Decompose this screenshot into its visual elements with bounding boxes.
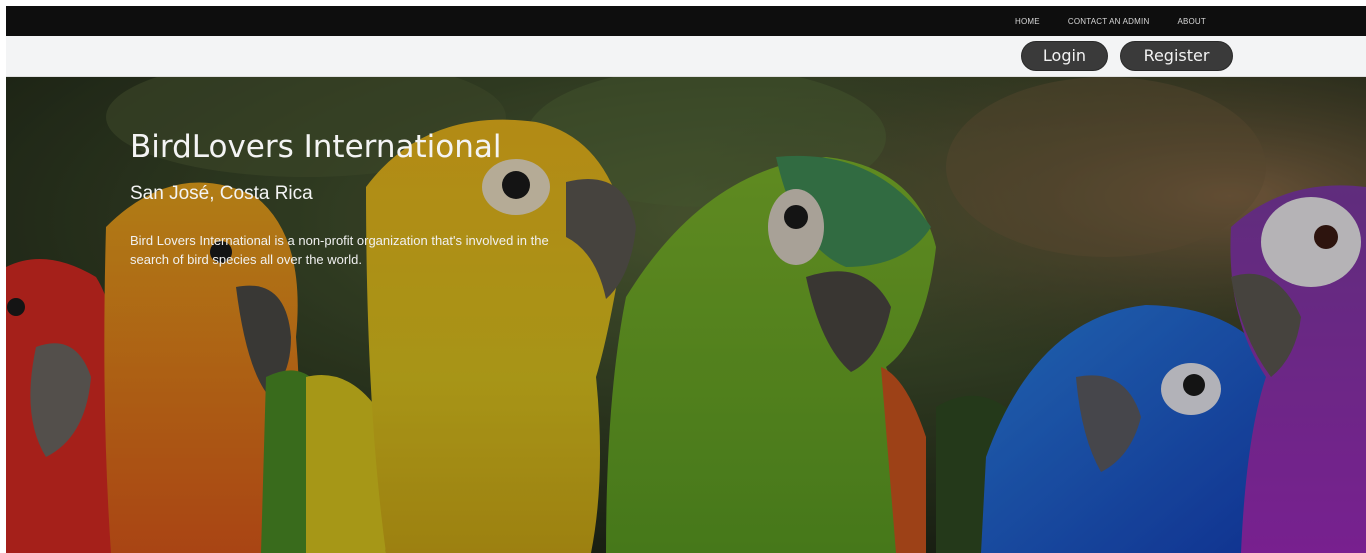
auth-bar: Login Register — [6, 36, 1366, 77]
hero-location: San José, Costa Rica — [130, 183, 313, 204]
register-button[interactable]: Register — [1120, 41, 1233, 71]
hero-text-block: BirdLovers International San José, Costa… — [130, 129, 590, 269]
hero-description: Bird Lovers International is a non-profi… — [130, 233, 549, 267]
hero-title: BirdLovers International — [130, 129, 502, 165]
nav-home-link[interactable]: HOME — [1001, 17, 1054, 26]
nav-about-link[interactable]: ABOUT — [1163, 17, 1220, 26]
top-navigation-bar: HOME CONTACT AN ADMIN ABOUT — [6, 6, 1366, 36]
top-nav-links: HOME CONTACT AN ADMIN ABOUT — [1001, 6, 1220, 36]
nav-contact-admin-link[interactable]: CONTACT AN ADMIN — [1054, 17, 1164, 26]
page: HOME CONTACT AN ADMIN ABOUT Login Regist… — [0, 0, 1366, 553]
login-button[interactable]: Login — [1021, 41, 1108, 71]
hero-banner: BirdLovers International San José, Costa… — [6, 77, 1366, 553]
